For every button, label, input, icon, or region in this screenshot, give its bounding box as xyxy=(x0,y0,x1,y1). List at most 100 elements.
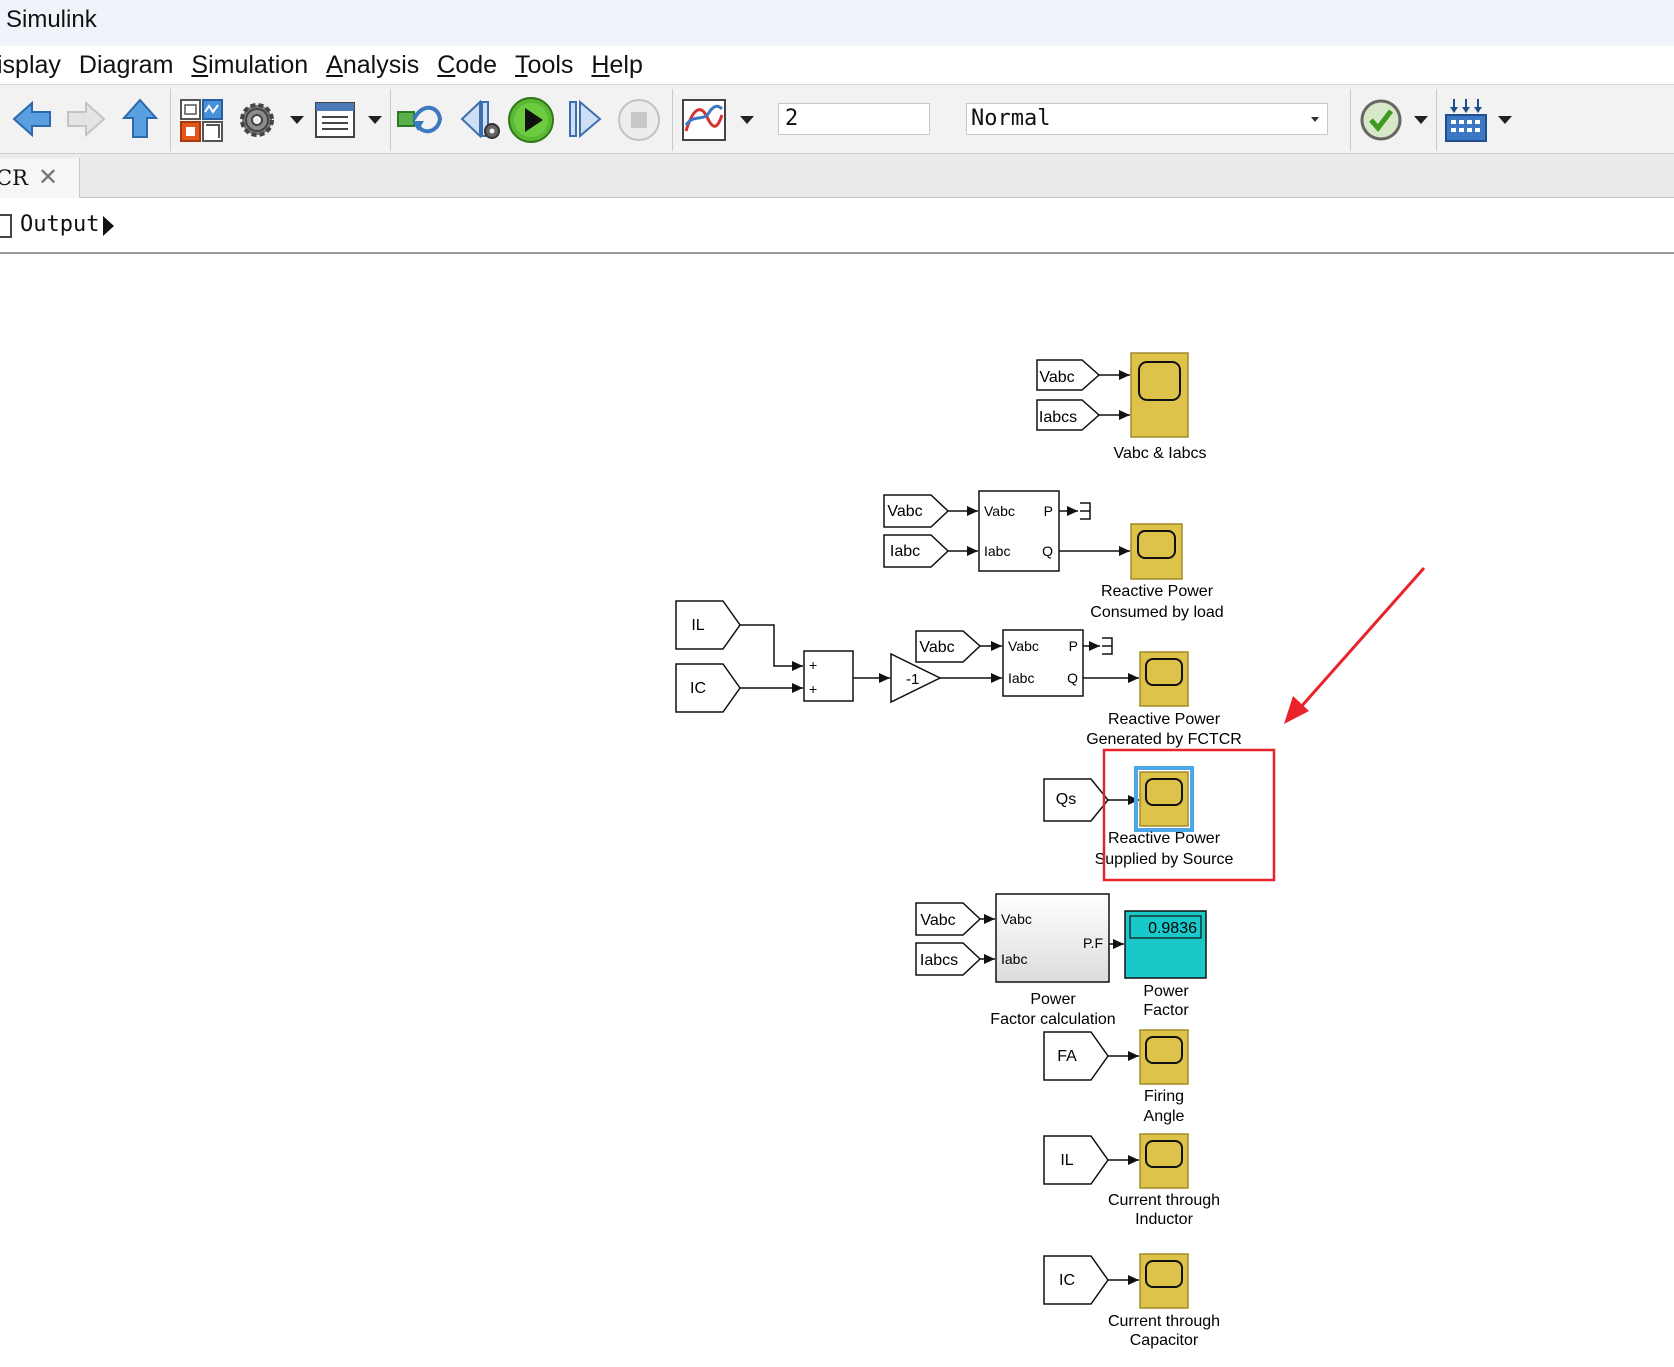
from-tag-label: IC xyxy=(1059,1272,1075,1289)
block-caption: Power xyxy=(1143,983,1189,1000)
port-label: Iabc xyxy=(1001,951,1027,967)
from-tag-label: Vabc xyxy=(919,639,954,656)
block-caption: Reactive Power xyxy=(1101,583,1214,600)
simulation-mode-select[interactable]: Normal xyxy=(966,103,1328,135)
from-tag-il[interactable] xyxy=(1043,1135,1109,1185)
gear-dropdown-arrow-icon[interactable] xyxy=(290,116,304,124)
stop-icon[interactable] xyxy=(616,97,662,143)
from-tag-ic[interactable] xyxy=(1043,1255,1109,1305)
from-tag-label: IL xyxy=(1060,1152,1073,1169)
block-diagram[interactable]: Vabc Iabcs Vabc & Iabcs Vabc Iabc Vabc I xyxy=(0,256,1674,1367)
sdi-dropdown-arrow-icon[interactable] xyxy=(740,116,754,124)
explorer-dropdown-arrow-icon[interactable] xyxy=(368,116,382,124)
block-caption: Factor calculation xyxy=(990,1011,1115,1028)
menu-bar: isplay Diagram Simulation Analysis Code … xyxy=(0,46,1674,84)
menu-help[interactable]: Help xyxy=(591,51,642,80)
simulation-mode-value: Normal xyxy=(971,106,1051,131)
from-tag-label: Vabc xyxy=(1039,369,1074,386)
subsystem-icon[interactable] xyxy=(0,214,12,238)
block-caption: Reactive Power xyxy=(1108,711,1221,728)
tab-model[interactable]: CR ✕ xyxy=(0,158,80,198)
power-factor-group: Vabc Iabcs Vabc Iabc P.F Power Factor ca… xyxy=(915,893,1207,1028)
scope-screen-icon xyxy=(1137,530,1176,559)
pq-fctcr-group: IL IC + + -1 Vabc Vabc Iabc P Q Reactive… xyxy=(675,600,1242,748)
scope-source-group: Qs Reactive Power Supplied by Source xyxy=(1043,766,1233,868)
model-explorer-icon[interactable] xyxy=(314,101,356,139)
run-play-icon[interactable] xyxy=(506,95,556,145)
sum-sign: + xyxy=(809,681,817,697)
scope-screen-icon xyxy=(1145,658,1183,686)
scope-vabc-iabcs-group: Vabc Iabcs Vabc & Iabcs xyxy=(1036,352,1207,462)
scope-screen-icon xyxy=(1145,1260,1183,1288)
tab-label: CR xyxy=(0,166,28,190)
annotation-arrow-shaft xyxy=(1298,567,1426,709)
menu-analysis[interactable]: Analysis xyxy=(326,51,419,80)
port-label: Iabc xyxy=(984,543,1010,559)
port-label: P xyxy=(1044,503,1053,519)
menu-tools[interactable]: Tools xyxy=(515,51,573,80)
from-tag-label: Vabc xyxy=(887,503,922,520)
block-caption: Inductor xyxy=(1135,1211,1193,1228)
model-advisor-check-icon[interactable] xyxy=(1358,97,1404,143)
update-diagram-icon[interactable] xyxy=(396,99,446,139)
step-back-icon[interactable] xyxy=(458,97,502,143)
back-arrow-icon[interactable] xyxy=(10,99,54,139)
from-tag-label: Iabc xyxy=(890,543,920,560)
menu-code[interactable]: Code xyxy=(437,51,497,80)
menu-simulation[interactable]: Simulation xyxy=(191,51,308,80)
terminator-icon[interactable] xyxy=(1102,637,1113,655)
stop-time-input[interactable]: 2 xyxy=(778,103,930,135)
port-label: Vabc xyxy=(1008,638,1039,654)
terminator-icon[interactable] xyxy=(1080,502,1091,520)
up-arrow-icon[interactable] xyxy=(120,97,160,141)
port-label: P.F xyxy=(1083,935,1103,951)
block-caption: Vabc & Iabcs xyxy=(1113,445,1206,462)
from-tag-label: Qs xyxy=(1056,791,1076,808)
from-tag-il[interactable] xyxy=(675,600,741,650)
from-tag-ic[interactable] xyxy=(675,663,741,713)
block-caption: Angle xyxy=(1144,1108,1185,1125)
simulation-data-inspector-icon[interactable] xyxy=(680,97,728,143)
breadcrumb-chevron-right-icon[interactable] xyxy=(103,216,114,236)
from-tag-label: FA xyxy=(1057,1048,1077,1065)
from-tag-label: Vabc xyxy=(920,912,955,929)
library-browser-icon[interactable] xyxy=(178,97,226,143)
port-label: Q xyxy=(1042,543,1053,559)
breadcrumb: Output xyxy=(0,198,1674,254)
block-caption: Consumed by load xyxy=(1090,604,1223,621)
port-label: Iabc xyxy=(1008,670,1034,686)
from-tag-label: Iabcs xyxy=(920,952,958,969)
pq-load-group: Vabc Iabc Vabc Iabc P Q Reactive Power C… xyxy=(883,490,1224,621)
window-title: Simulink xyxy=(0,0,1674,46)
step-forward-icon[interactable] xyxy=(566,97,606,143)
build-model-icon[interactable] xyxy=(1442,95,1490,145)
port-label: Vabc xyxy=(1001,911,1032,927)
port-label: P xyxy=(1069,638,1078,654)
port-label: Q xyxy=(1067,670,1078,686)
toolbar: 2 Normal xyxy=(0,84,1674,154)
menu-display[interactable]: isplay xyxy=(0,51,61,80)
block-caption: Power xyxy=(1030,991,1076,1008)
sum-sign: + xyxy=(809,657,817,673)
gain-value: -1 xyxy=(906,671,919,688)
chevron-down-icon xyxy=(1311,117,1319,122)
block-caption: Generated by FCTCR xyxy=(1086,731,1242,748)
model-config-gear-icon[interactable] xyxy=(236,99,278,141)
build-dropdown-arrow-icon[interactable] xyxy=(1498,116,1512,124)
display-value: 0.9836 xyxy=(1148,920,1197,937)
advisor-dropdown-arrow-icon[interactable] xyxy=(1414,116,1428,124)
menu-diagram[interactable]: Diagram xyxy=(79,51,173,80)
block-caption: Capacitor xyxy=(1130,1332,1199,1349)
scope-screen-icon xyxy=(1145,1036,1183,1064)
tab-strip: CR ✕ xyxy=(0,154,1674,198)
from-tag-label: IL xyxy=(691,617,704,634)
close-icon[interactable]: ✕ xyxy=(38,163,58,191)
model-canvas[interactable]: Vabc Iabcs Vabc & Iabcs Vabc Iabc Vabc I xyxy=(0,256,1674,1367)
scope-firing-angle-group: FA Firing Angle xyxy=(1043,1029,1189,1125)
block-caption: Current through xyxy=(1108,1192,1220,1209)
breadcrumb-item-output[interactable]: Output xyxy=(20,212,99,237)
forward-arrow-icon[interactable] xyxy=(64,99,108,139)
scope-screen-icon xyxy=(1145,1140,1183,1168)
signal-line[interactable] xyxy=(740,624,803,671)
port-label: Vabc xyxy=(984,503,1015,519)
